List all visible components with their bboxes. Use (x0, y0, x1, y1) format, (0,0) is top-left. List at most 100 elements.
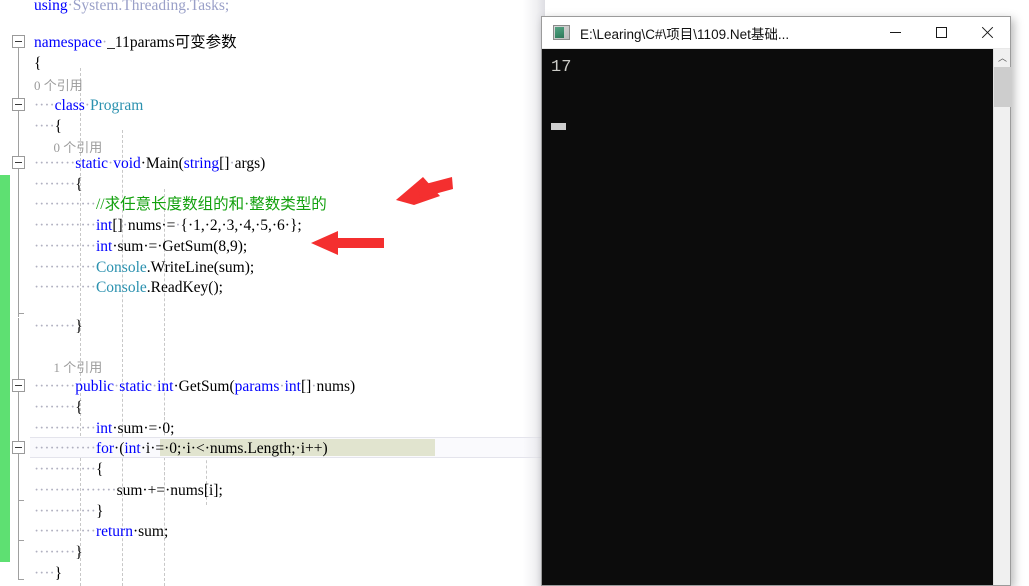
code-line[interactable]: ····{ (34, 117, 62, 138)
code-token: .WriteLine(sum); (146, 259, 255, 276)
outline-collapse-toggle[interactable] (12, 35, 25, 48)
scroll-up-arrow-icon[interactable]: ︿ (994, 49, 1011, 66)
code-token: int (284, 378, 301, 395)
code-token: ········ (34, 176, 76, 193)
code-text[interactable]: using·System.Threading.Tasks; namespace·_… (0, 0, 545, 586)
code-token: ············ (34, 217, 96, 234)
code-token: ·sum; (132, 523, 169, 540)
outline-region-end-tick (18, 500, 24, 501)
code-line[interactable]: ············Console.ReadKey(); (34, 278, 223, 299)
code-token: ·i·=·0;·i·<·nums.Length;·i++) (140, 440, 328, 457)
code-token: ········ (34, 318, 76, 335)
code-line[interactable]: ········public·static·int·GetSum(params·… (34, 377, 355, 398)
code-line[interactable]: ············int·sum·=·0; (34, 419, 174, 440)
code-token: } (75, 318, 83, 335)
code-token: ·Main( (140, 155, 184, 172)
code-line[interactable]: ············return·sum; (34, 522, 168, 543)
code-line[interactable]: ····} (34, 564, 62, 585)
outline-region-end-tick (18, 313, 24, 314)
code-token: ········ (34, 378, 76, 395)
codelens-annotation[interactable]: 1 个引用 (34, 358, 103, 379)
code-line[interactable]: ········static·void·Main(string[]·args) (34, 154, 265, 175)
code-token: ············ (34, 196, 96, 213)
minimize-icon (889, 32, 901, 33)
code-line[interactable]: ············{ (34, 460, 103, 481)
maximize-button[interactable] (918, 17, 964, 49)
code-line[interactable]: namespace·_11params可变参数 (34, 33, 237, 54)
code-token: ·sum·=·GetSum(8,9); (112, 238, 248, 255)
code-line[interactable]: ········} (34, 543, 83, 564)
code-token: 0 个引用 (34, 78, 83, 93)
outline-collapse-toggle[interactable] (12, 98, 25, 111)
code-token: [] (112, 217, 123, 234)
code-token: static (75, 155, 109, 172)
code-line[interactable]: ············} (34, 502, 103, 523)
code-line[interactable]: using·System.Threading.Tasks; (34, 0, 229, 17)
code-token: System.Threading.Tasks; (72, 0, 230, 14)
code-token: { (34, 55, 42, 72)
code-token: nums) (316, 378, 356, 395)
code-token: 1 个引用 (34, 360, 103, 375)
code-token: ············ (34, 279, 96, 296)
console-cursor (551, 123, 566, 130)
close-icon (981, 26, 994, 39)
code-token: [] (219, 155, 230, 172)
code-token: Console (95, 279, 147, 296)
outline-region-end-tick (18, 540, 24, 541)
code-token: int (95, 238, 113, 255)
code-token: Console (95, 259, 147, 276)
code-token: namespace (34, 34, 102, 51)
code-line[interactable]: ············int[]·nums·=·{·1,·2,·3,·4,·5… (34, 216, 302, 237)
code-token: ············ (34, 420, 96, 437)
code-line[interactable]: ········{ (34, 175, 83, 196)
outline-collapse-toggle[interactable] (12, 379, 25, 392)
code-token: nums· (127, 217, 167, 234)
outline-collapse-toggle[interactable] (12, 441, 25, 454)
code-token: string (183, 155, 220, 172)
screen: using·System.Threading.Tasks; namespace·_… (0, 0, 1029, 586)
code-editor[interactable]: using·System.Threading.Tasks; namespace·_… (0, 0, 545, 586)
maximize-icon (935, 27, 947, 38)
code-line[interactable]: ················sum·+=·nums[i]; (34, 481, 223, 502)
code-token: ···· (34, 565, 55, 582)
code-line[interactable]: ············int·sum·=·GetSum(8,9); (34, 237, 247, 258)
code-line[interactable]: ············for·(int·i·=·0;·i·<·nums.Len… (34, 439, 328, 460)
code-line[interactable]: ····class·Program (34, 96, 143, 117)
code-token: { (54, 118, 63, 135)
code-line[interactable]: ········{ (34, 398, 83, 419)
code-token: args) (234, 155, 266, 172)
code-line[interactable]: ········} (34, 317, 83, 338)
close-button[interactable] (964, 17, 1010, 49)
code-token: int (124, 440, 141, 457)
code-token: {·1,·2,·3,·4,·5,·6·}; (180, 217, 302, 234)
code-token: { (75, 399, 83, 416)
code-token: ········ (34, 155, 76, 172)
console-titlebar[interactable]: E:\Learing\C#\项目\1109.Net基础... (542, 17, 1010, 49)
console-output-text: 17 (551, 58, 572, 77)
codelens-annotation[interactable]: 0 个引用 (34, 76, 83, 97)
code-token: } (54, 565, 63, 582)
code-token: ················ (34, 482, 117, 499)
code-token: ·sum·=·0; (112, 420, 175, 437)
code-token: Program (89, 97, 144, 114)
outline-collapse-toggle[interactable] (12, 156, 25, 169)
window-controls[interactable] (872, 17, 1010, 49)
code-token: void (113, 155, 141, 172)
minimize-button[interactable] (872, 17, 918, 49)
code-line[interactable]: ············Console.WriteLine(sum); (34, 258, 254, 279)
code-token: for (95, 440, 115, 457)
console-output-area[interactable]: 17 (542, 49, 1010, 585)
code-token: static (119, 378, 152, 395)
code-token: [] (300, 378, 312, 395)
code-token: { (95, 461, 104, 478)
console-scrollbar[interactable]: ︿ (993, 49, 1011, 585)
console-window[interactable]: E:\Learing\C#\项目\1109.Net基础... 17 ︿ (541, 16, 1011, 586)
code-line[interactable]: ············//求任意长度数组的和·整数类型的 (34, 195, 327, 216)
scrollbar-thumb[interactable] (994, 67, 1011, 107)
code-token: ············ (34, 503, 96, 520)
code-token: ·( (114, 440, 125, 457)
outline-region-end-tick (18, 579, 24, 580)
code-token: int (95, 217, 113, 234)
code-token: ········ (34, 544, 76, 561)
code-line[interactable]: { (34, 54, 41, 75)
